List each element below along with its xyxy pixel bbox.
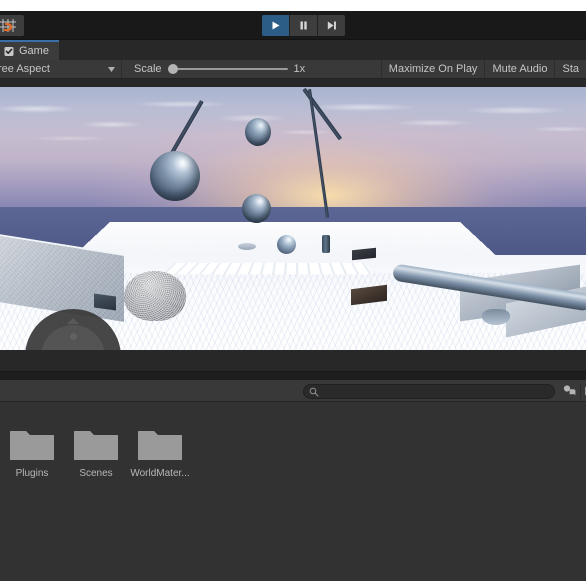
playback-controls xyxy=(262,15,345,36)
metal-sphere-upper xyxy=(245,118,271,146)
play-icon xyxy=(272,21,280,30)
metal-sphere-large xyxy=(150,151,200,201)
grid-snap-glyph xyxy=(0,18,16,32)
joystick-arrow-up-icon[interactable] xyxy=(67,318,79,324)
joystick-dot-up xyxy=(69,333,77,340)
search-field[interactable] xyxy=(303,384,555,399)
floor-stripes xyxy=(162,263,373,275)
pause-button[interactable] xyxy=(290,15,318,36)
maximize-on-play-toggle[interactable]: Maximize On Play xyxy=(380,60,485,78)
game-panel-tabbar: Game xyxy=(0,40,586,60)
filter-by-type-glyph xyxy=(563,385,575,396)
asset-grid: Plugins Scenes WorldMater... xyxy=(0,426,192,479)
dark-box-prop-2 xyxy=(94,293,116,311)
mute-audio-toggle[interactable]: Mute Audio xyxy=(484,60,554,78)
cylinder-prop xyxy=(322,235,330,253)
scale-value: 1x xyxy=(293,63,306,75)
stats-toggle[interactable]: Sta xyxy=(554,60,586,78)
scale-slider-knob[interactable] xyxy=(167,64,178,74)
puck-prop xyxy=(238,243,256,250)
scale-slider[interactable] xyxy=(167,62,288,76)
project-toolbar xyxy=(0,380,586,402)
metal-sphere-small xyxy=(277,235,296,254)
tab-game-label: Game xyxy=(19,45,49,57)
pause-icon xyxy=(300,21,307,30)
game-view-icon xyxy=(4,46,14,56)
search-icon xyxy=(309,387,319,397)
game-view-toolbar: ree Aspect Scale 1x Maximize On Play Mut… xyxy=(0,60,586,79)
aspect-ratio-dropdown[interactable]: ree Aspect xyxy=(0,60,122,78)
asset-label: Plugins xyxy=(15,468,49,479)
rock-sphere xyxy=(124,271,186,321)
scale-label: Scale xyxy=(134,63,162,75)
window-top-strip xyxy=(0,0,586,11)
unity-editor-window: Game ree Aspect Scale 1x Maximize On Pla… xyxy=(0,0,586,581)
game-view-render[interactable]: A xyxy=(0,79,586,350)
aspect-ratio-label: ree Aspect xyxy=(0,63,50,75)
project-panel-tabbar xyxy=(0,372,586,380)
scale-slider-track xyxy=(167,68,288,70)
folder-icon xyxy=(10,431,54,460)
grid-snap-icon[interactable] xyxy=(0,15,24,36)
folder-icon xyxy=(138,431,182,460)
panel-divider-strip xyxy=(0,350,586,372)
folder-worldmaterials[interactable]: WorldMater... xyxy=(128,426,192,479)
play-button[interactable] xyxy=(262,15,290,36)
scale-control: Scale 1x xyxy=(128,60,305,78)
asset-label: WorldMater... xyxy=(130,468,190,479)
asset-label: Scenes xyxy=(79,468,113,479)
tab-game[interactable]: Game xyxy=(0,40,59,60)
folder-plugins[interactable]: Plugins xyxy=(0,426,64,479)
folder-scenes[interactable]: Scenes xyxy=(64,426,128,479)
chevron-down-icon xyxy=(108,67,115,72)
filter-by-type-icon[interactable] xyxy=(560,383,578,399)
game-view-letterbox xyxy=(0,79,586,87)
cone-prop xyxy=(482,309,510,325)
folder-icon xyxy=(74,431,118,460)
rock-texture xyxy=(124,271,186,321)
more-options-icon[interactable] xyxy=(580,383,586,399)
rendered-scene: A xyxy=(0,87,586,350)
search-input[interactable] xyxy=(323,386,533,397)
step-forward-icon xyxy=(327,21,336,30)
cloud-layer xyxy=(0,87,586,165)
step-button[interactable] xyxy=(318,15,345,36)
project-asset-grid-panel[interactable]: Plugins Scenes WorldMater... xyxy=(0,402,586,581)
game-view-toolbar-right: Maximize On Play Mute Audio Sta xyxy=(380,60,586,78)
main-toolbar xyxy=(0,11,586,40)
metal-sphere-medium xyxy=(242,194,271,223)
